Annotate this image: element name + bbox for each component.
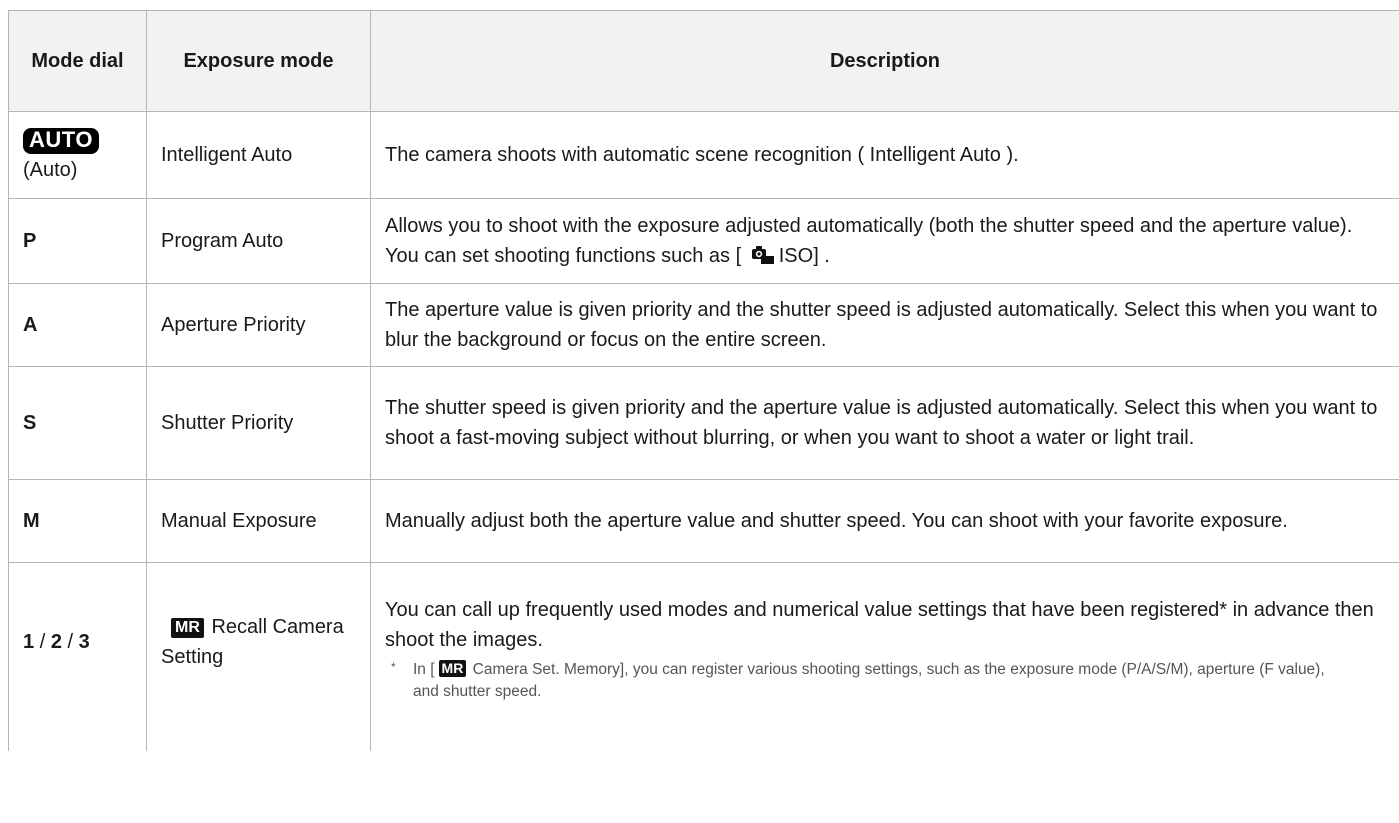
table-row: A Aperture Priority The aperture value i…	[8, 283, 1399, 367]
footnote-text: In [MR Camera Set. Memory], you can regi…	[413, 659, 1389, 703]
description-cell: You can call up frequently used modes an…	[370, 562, 1399, 751]
dial-position-2: 2	[50, 631, 62, 653]
description-cell: The shutter speed is given priority and …	[370, 366, 1399, 480]
exposure-mode-table: Mode dial Exposure mode Description AUTO…	[8, 10, 1399, 751]
camera-iso-icon	[751, 243, 775, 265]
header-exposure-mode: Exposure mode	[146, 10, 371, 112]
footnote: * In [MR Camera Set. Memory], you can re…	[385, 659, 1389, 703]
header-description: Description	[370, 10, 1399, 112]
exposure-mode-cell: Shutter Priority	[146, 366, 371, 480]
description-cell: Allows you to shoot with the exposure ad…	[370, 198, 1399, 284]
footnote-mark: *	[391, 660, 396, 674]
auto-mode-icon: AUTO	[23, 127, 99, 154]
exposure-mode-cell: MR Recall Camera Setting	[146, 562, 371, 751]
description-text: ISO] .	[778, 245, 830, 267]
table-row: P Program Auto Allows you to shoot with …	[8, 198, 1399, 284]
table-header-row: Mode dial Exposure mode Description	[8, 10, 1399, 112]
description-text: Allows you to shoot with the exposure ad…	[385, 215, 1353, 267]
dial-position-3: 3	[78, 631, 90, 653]
description-cell: The camera shoots with automatic scene r…	[370, 111, 1399, 199]
dial-position-1: 1	[23, 631, 35, 653]
header-mode-dial: Mode dial	[8, 10, 147, 112]
dial-separator: /	[39, 631, 46, 653]
table-row: M Manual Exposure Manually adjust both t…	[8, 479, 1399, 563]
description-cell: The aperture value is given priority and…	[370, 283, 1399, 367]
table-row: AUTO (Auto) Intelligent Auto The camera …	[8, 111, 1399, 199]
memory-recall-icon: MR	[171, 618, 204, 638]
table-row: S Shutter Priority The shutter speed is …	[8, 366, 1399, 480]
description-text: You can call up frequently used modes an…	[385, 599, 1374, 651]
exposure-mode-cell: Manual Exposure	[146, 479, 371, 563]
description-cell: Manually adjust both the aperture value …	[370, 479, 1399, 563]
mode-dial-cell: M	[8, 479, 147, 563]
dial-separator: /	[67, 631, 74, 653]
footnote-text-start: In [	[413, 661, 435, 678]
mode-dial-cell: AUTO (Auto)	[8, 111, 147, 199]
table-row: 1 / 2 / 3 MR Recall Camera Setting You c…	[8, 562, 1399, 751]
mode-dial-cell: P	[8, 198, 147, 284]
mode-dial-cell: S	[8, 366, 147, 480]
mode-dial-sublabel: (Auto)	[23, 159, 78, 181]
mode-dial-cell: 1 / 2 / 3	[8, 562, 147, 751]
memory-recall-icon: MR	[438, 660, 467, 677]
exposure-mode-cell: Program Auto	[146, 198, 371, 284]
footnote-text-end: Camera Set. Memory], you can register va…	[413, 661, 1325, 700]
exposure-mode-cell: Aperture Priority	[146, 283, 371, 367]
mode-dial-cell: A	[8, 283, 147, 367]
exposure-mode-cell: Intelligent Auto	[146, 111, 371, 199]
